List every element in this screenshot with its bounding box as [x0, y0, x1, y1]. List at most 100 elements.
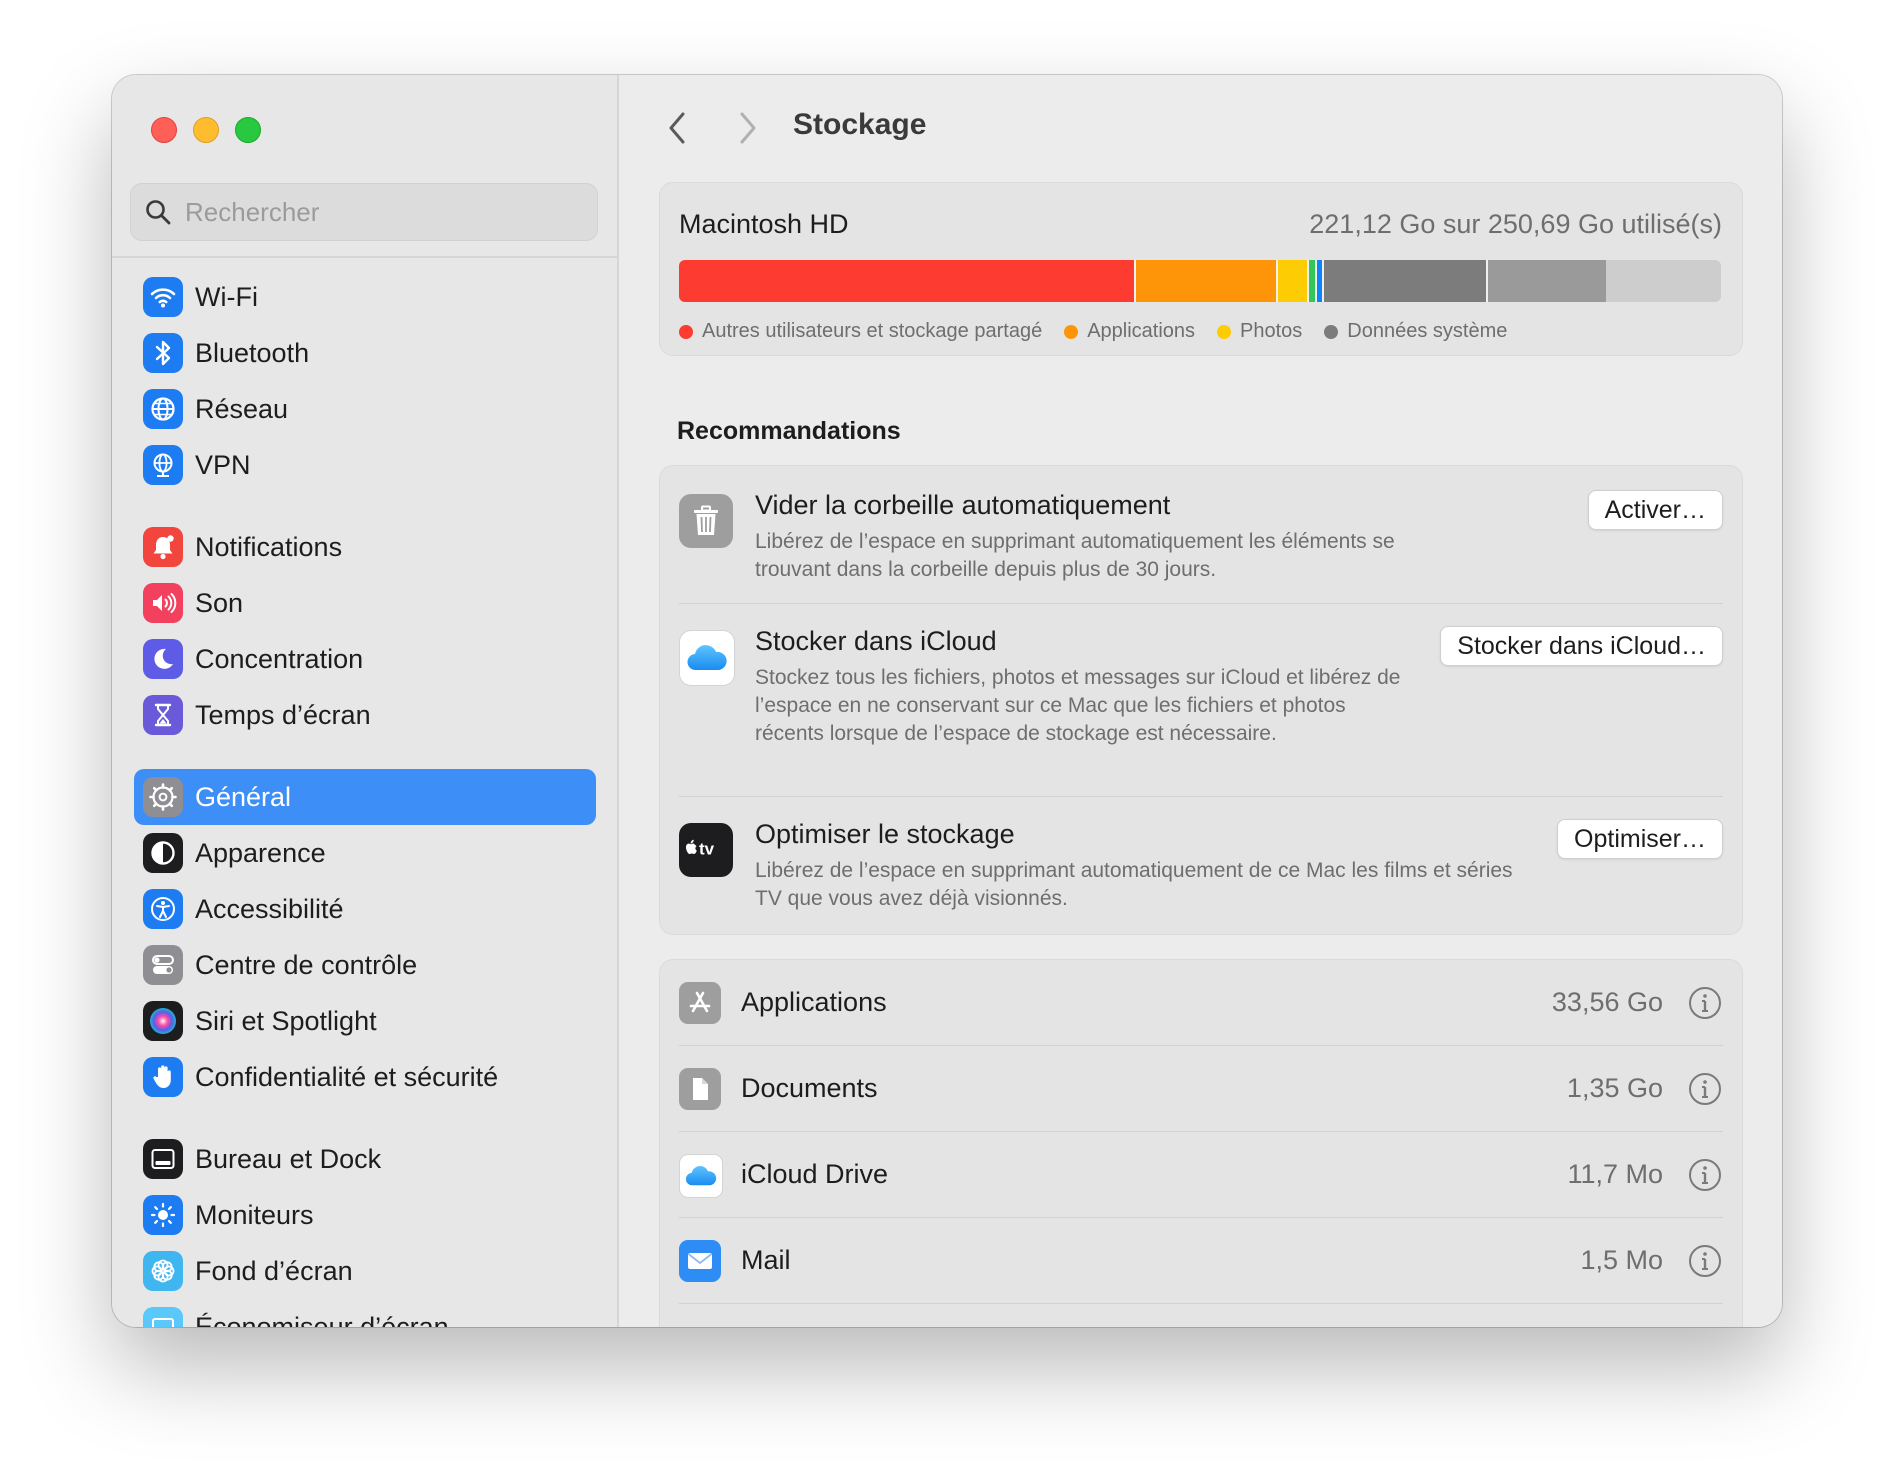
recommendation-description: Stockez tous les fichiers, photos et mes… [755, 666, 1401, 745]
recommendation-optimize: tv Optimiser le stockage Libérez de l’es… [679, 819, 1723, 919]
search-icon [146, 200, 171, 225]
storage-bar-segment[interactable] [1307, 260, 1316, 302]
disk-usage-card: Macintosh HD 221,12 Go sur 250,69 Go uti… [659, 182, 1743, 356]
storage-row-mail[interactable]: Mail 1,5 Mo [679, 1218, 1723, 1304]
stocker-icloud-button[interactable]: Stocker dans iCloud… [1440, 626, 1723, 666]
info-icon[interactable] [1687, 1071, 1723, 1112]
sidebar-item-general[interactable]: Général [134, 769, 596, 825]
flower-icon [143, 1251, 183, 1291]
storage-row-documents[interactable]: Documents 1,35 Go [679, 1046, 1723, 1132]
speaker-icon [143, 583, 183, 623]
sidebar-item-accessibilite[interactable]: Accessibilité [134, 881, 596, 937]
screensaver-icon [143, 1307, 183, 1327]
moon-icon [143, 639, 183, 679]
back-button[interactable] [662, 108, 692, 148]
sidebar-item-economiseur[interactable]: Économiseur d’écran [134, 1299, 596, 1327]
disk-usage-text: 221,12 Go sur 250,69 Go utilisé(s) [1309, 209, 1722, 239]
sidebar-item-notifications[interactable]: Notifications [134, 519, 596, 575]
minimize-button[interactable] [193, 117, 219, 143]
wifi-icon [143, 277, 183, 317]
info-icon[interactable] [1687, 1157, 1723, 1198]
legend-dot [1324, 324, 1339, 339]
search-field[interactable] [130, 183, 598, 241]
recommendation-trash: Vider la corbeille automatiquement Libér… [679, 490, 1723, 590]
recommendation-title: Stocker dans iCloud [755, 626, 997, 656]
toolbar: Stockage [619, 75, 1782, 175]
legend-dot [1217, 324, 1232, 339]
sidebar-item-fond-ecran[interactable]: Fond d’écran [134, 1243, 596, 1299]
sidebar-item-label: Réseau [195, 393, 289, 424]
sidebar-item-label: Centre de contrôle [195, 949, 418, 980]
sidebar-item-label: Notifications [195, 531, 343, 562]
storage-row-size: 1,5 Mo [1580, 1245, 1663, 1275]
sidebar-item-label: Confidentialité et sécurité [195, 1061, 499, 1092]
legend-dot [1064, 324, 1079, 339]
storage-row-name: iCloud Drive [741, 1159, 889, 1189]
storage-categories-card: Applications 33,56 Go Documents 1,35 Go [659, 959, 1743, 1327]
zoom-button[interactable] [235, 117, 261, 143]
divider [679, 603, 1723, 604]
search-input[interactable] [183, 195, 567, 229]
sidebar-item-concentration[interactable]: Concentration [134, 631, 596, 687]
storage-bar-segment[interactable] [1134, 260, 1276, 302]
sidebar-item-centre-de-controle[interactable]: Centre de contrôle [134, 937, 596, 993]
optimiser-button[interactable]: Optimiser… [1557, 819, 1723, 859]
storage-bar-segment[interactable] [1321, 260, 1487, 302]
storage-bar-segment[interactable] [1486, 260, 1606, 302]
sidebar-item-bluetooth[interactable]: Bluetooth [134, 325, 596, 381]
divider [679, 796, 1723, 797]
sidebar-item-label: Économiseur d’écran [195, 1311, 449, 1328]
mail-icon [679, 1240, 721, 1282]
info-icon[interactable] [1687, 985, 1723, 1026]
sidebar-item-reseau[interactable]: Réseau [134, 381, 596, 437]
storage-bar[interactable] [679, 260, 1721, 302]
sidebar-group-connectivity: Wi-Fi Bluetooth Réseau VPN [134, 269, 596, 493]
sidebar: Wi-Fi Bluetooth Réseau [112, 75, 619, 1327]
legend-label: Applications [1087, 320, 1196, 342]
info-icon[interactable] [1687, 1243, 1723, 1284]
hourglass-icon [143, 695, 183, 735]
sidebar-item-wifi[interactable]: Wi-Fi [134, 269, 596, 325]
sidebar-item-siri-spotlight[interactable]: Siri et Spotlight [134, 993, 596, 1049]
storage-row-icloud-drive[interactable]: iCloud Drive 11,7 Mo [679, 1132, 1723, 1218]
legend-dot [679, 324, 693, 339]
settings-window: Wi-Fi Bluetooth Réseau [112, 75, 1782, 1327]
sidebar-group-system: Général Apparence Accessibilité Centre d… [134, 769, 596, 1105]
sidebar-item-bureau-dock[interactable]: Bureau et Dock [134, 1131, 596, 1187]
storage-row-name: Mail [741, 1245, 791, 1275]
sidebar-item-moniteurs[interactable]: Moniteurs [134, 1187, 596, 1243]
sidebar-item-apparence[interactable]: Apparence [134, 825, 596, 881]
disk-name: Macintosh HD [679, 209, 849, 239]
recommendation-description: Libérez de l’espace en supprimant automa… [755, 859, 1513, 910]
sidebar-item-vpn[interactable]: VPN [134, 437, 596, 493]
icloud-icon [679, 630, 735, 686]
sidebar-item-label: Apparence [195, 837, 326, 868]
recommendation-title: Optimiser le stockage [755, 819, 1015, 849]
sidebar-item-confidentialite[interactable]: Confidentialité et sécurité [134, 1049, 596, 1105]
storage-bar-segment[interactable] [679, 260, 1135, 302]
sidebar-group-desktop: Bureau et Dock Moniteurs Fond d’écran Éc… [134, 1131, 596, 1327]
sidebar-divider [112, 256, 617, 258]
appearance-icon [143, 833, 183, 873]
sun-icon [143, 1195, 183, 1235]
storage-row-size: 33,56 Go [1551, 987, 1663, 1017]
recommendations-card: Vider la corbeille automatiquement Libér… [659, 465, 1743, 935]
sidebar-item-label: Bureau et Dock [195, 1143, 382, 1174]
chevron-left-icon [669, 112, 685, 144]
activer-button[interactable]: Activer… [1587, 490, 1723, 530]
recommendation-icloud: Stocker dans iCloud Stockez tous les fic… [679, 626, 1723, 780]
sidebar-item-label: Temps d’écran [195, 699, 371, 730]
close-button[interactable] [151, 117, 177, 143]
storage-row-name: Applications [741, 987, 887, 1017]
main-pane: Stockage Macintosh HD 221,12 Go sur 250,… [619, 75, 1782, 1327]
sidebar-item-son[interactable]: Son [134, 575, 596, 631]
legend-item: Autres utilisateurs et stockage partagé [679, 320, 1042, 343]
sidebar-item-label: Concentration [195, 643, 364, 674]
forward-button[interactable] [733, 108, 763, 148]
recommendation-description: Libérez de l’espace en supprimant automa… [755, 530, 1395, 581]
apple-tv-icon: tv [679, 823, 733, 877]
storage-bar-segment[interactable] [1275, 260, 1308, 302]
toggles-icon [143, 945, 183, 985]
storage-row-applications[interactable]: Applications 33,56 Go [679, 960, 1723, 1046]
sidebar-item-temps-ecran[interactable]: Temps d’écran [134, 687, 596, 743]
